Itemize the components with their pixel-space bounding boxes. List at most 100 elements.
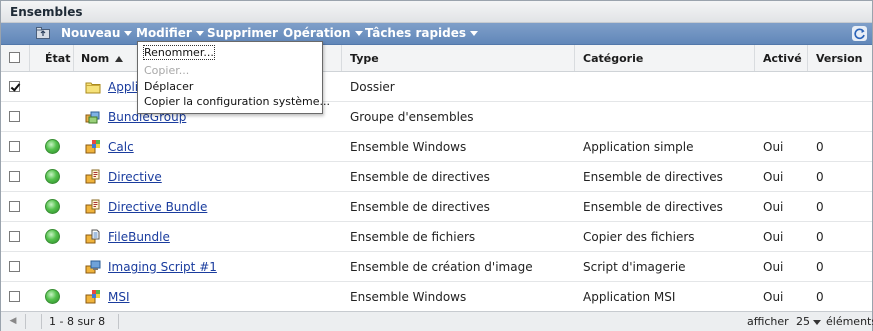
menu-supprimer-label: Supprimer <box>207 26 278 40</box>
bundle-name-link[interactable]: Directive Bundle <box>108 200 207 214</box>
chevron-down-icon <box>124 31 133 36</box>
toolbar: Nouveau Modifier Supprimer Opération Tâc… <box>1 23 872 45</box>
page-size-select[interactable]: 25 <box>796 315 821 328</box>
select-all-checkbox[interactable] <box>9 52 20 63</box>
bundle-category: Application MSI <box>583 290 676 304</box>
row-checkbox[interactable] <box>9 171 20 182</box>
row-checkbox[interactable] <box>9 291 20 302</box>
page-size-label: afficher <box>747 315 789 328</box>
refresh-icon[interactable] <box>852 26 867 41</box>
bundle-name-link[interactable]: Directive <box>108 170 162 184</box>
menu-item-copier-configuration[interactable]: Copier la configuration système... <box>144 95 330 108</box>
windows-bundle-icon <box>85 289 101 305</box>
bundle-category: Application simple <box>583 140 694 154</box>
table-row[interactable]: Directive Ensemble de directives Ensemble … <box>1 162 872 192</box>
page-size-unit: éléments <box>826 315 873 328</box>
modifier-dropdown-menu: Renommer... Copier... Déplacer Copier la… <box>137 41 330 114</box>
table-row[interactable]: Directive Bundle Ensemble de directives En… <box>1 192 872 222</box>
policy-bundle-icon <box>85 199 101 215</box>
row-checkbox[interactable] <box>9 141 20 152</box>
bundle-type: Ensemble Windows <box>350 290 467 304</box>
bundle-enabled: Oui <box>763 140 784 154</box>
bundle-enabled: Oui <box>763 230 784 244</box>
bundle-type: Ensemble de création d'image <box>350 260 533 274</box>
menu-supprimer[interactable]: Supprimer <box>207 26 278 40</box>
column-header-etat[interactable]: État <box>45 52 70 65</box>
bundle-type: Ensemble Windows <box>350 140 467 154</box>
bundle-name-link[interactable]: FileBundle <box>108 230 170 244</box>
bundle-type: Dossier <box>350 80 395 94</box>
imaging-bundle-icon <box>85 259 101 275</box>
bundle-category: Script d'imagerie <box>583 260 686 274</box>
bundle-name-link[interactable]: Appli <box>108 80 138 94</box>
first-page-icon[interactable]: ◀ <box>7 315 19 328</box>
row-checkbox[interactable] <box>9 81 20 92</box>
row-checkbox[interactable] <box>9 201 20 212</box>
table-footer: ◀ 1 - 8 sur 8 afficher 25 éléments <box>1 311 873 331</box>
table-row[interactable]: Calc Ensemble Windows Application simple Ou… <box>1 132 872 162</box>
menu-taches-rapides-label: Tâches rapides <box>365 26 467 40</box>
column-header-categorie[interactable]: Catégorie <box>583 52 643 65</box>
file-bundle-icon <box>85 229 101 245</box>
status-ok-icon <box>45 139 60 154</box>
pagination-range: 1 - 8 sur 8 <box>49 315 106 328</box>
row-checkbox[interactable] <box>9 231 20 242</box>
column-header-version[interactable]: Version <box>816 52 863 65</box>
bundle-enabled: Oui <box>763 170 784 184</box>
menu-item-copier: Copier... <box>144 64 190 77</box>
status-ok-icon <box>45 289 60 304</box>
windows-bundle-icon <box>85 139 101 155</box>
bundle-enabled: Oui <box>763 260 784 274</box>
table-row[interactable]: BundleGroup Groupe d'ensembles <box>1 102 872 132</box>
menu-nouveau[interactable]: Nouveau <box>61 26 133 40</box>
chevron-down-icon <box>470 31 479 36</box>
table-row[interactable]: Imaging Script #1 Ensemble de création d'… <box>1 252 872 282</box>
bundle-version: 0 <box>816 230 824 244</box>
bundle-category: Ensemble de directives <box>583 200 723 214</box>
folder-icon <box>85 79 101 95</box>
menu-operation-label: Opération <box>283 26 351 40</box>
chevron-down-icon <box>813 319 821 325</box>
table-row[interactable]: MSI Ensemble Windows Application MSI Oui 0 <box>1 282 872 312</box>
bundle-type: Ensemble de directives <box>350 200 490 214</box>
bundle-version: 0 <box>816 140 824 154</box>
bundle-name-link[interactable]: MSI <box>108 290 130 304</box>
menu-operation[interactable]: Opération <box>283 26 363 40</box>
row-checkbox[interactable] <box>9 111 20 122</box>
table-row[interactable]: FileBundle Ensemble de fichiers Copier des… <box>1 222 872 252</box>
menu-taches-rapides[interactable]: Tâches rapides <box>365 26 479 40</box>
bundle-name-link[interactable]: Calc <box>108 140 134 154</box>
panel-title: Ensembles <box>10 5 83 19</box>
policy-bundle-icon <box>85 169 101 185</box>
sort-ascending-icon <box>115 56 124 62</box>
menu-modifier-label: Modifier <box>136 26 192 40</box>
column-header-type[interactable]: Type <box>350 52 379 65</box>
column-header-nom[interactable]: Nom <box>81 52 124 65</box>
table-row[interactable]: Appli Dossier <box>1 72 872 102</box>
bundle-type: Ensemble de directives <box>350 170 490 184</box>
bundle-name-link[interactable]: Imaging Script #1 <box>108 260 217 274</box>
bundle-enabled: Oui <box>763 290 784 304</box>
page-size-value: 25 <box>796 315 810 328</box>
status-ok-icon <box>45 229 60 244</box>
menu-modifier[interactable]: Modifier <box>136 26 204 40</box>
bundle-category: Ensemble de directives <box>583 170 723 184</box>
bundles-panel: Ensembles Nouveau Modifier Supprimer Opé… <box>0 0 873 331</box>
bundle-version: 0 <box>816 290 824 304</box>
status-ok-icon <box>45 169 60 184</box>
status-ok-icon <box>45 199 60 214</box>
chevron-down-icon <box>195 31 204 36</box>
table-header: État Nom Type Catégorie Activé Version <box>1 45 872 72</box>
menu-item-deplacer[interactable]: Déplacer <box>144 80 193 93</box>
bundle-enabled: Oui <box>763 200 784 214</box>
chevron-down-icon <box>354 31 363 36</box>
bundle-type: Groupe d'ensembles <box>350 110 474 124</box>
menu-item-renommer[interactable]: Renommer... <box>143 45 215 60</box>
bundle-type: Ensemble de fichiers <box>350 230 476 244</box>
column-header-active[interactable]: Activé <box>763 52 802 65</box>
bundle-category: Copier des fichiers <box>583 230 695 244</box>
bundle-version: 0 <box>816 260 824 274</box>
column-header-nom-label: Nom <box>81 52 110 65</box>
folder-up-icon[interactable] <box>36 27 50 39</box>
row-checkbox[interactable] <box>9 261 20 272</box>
